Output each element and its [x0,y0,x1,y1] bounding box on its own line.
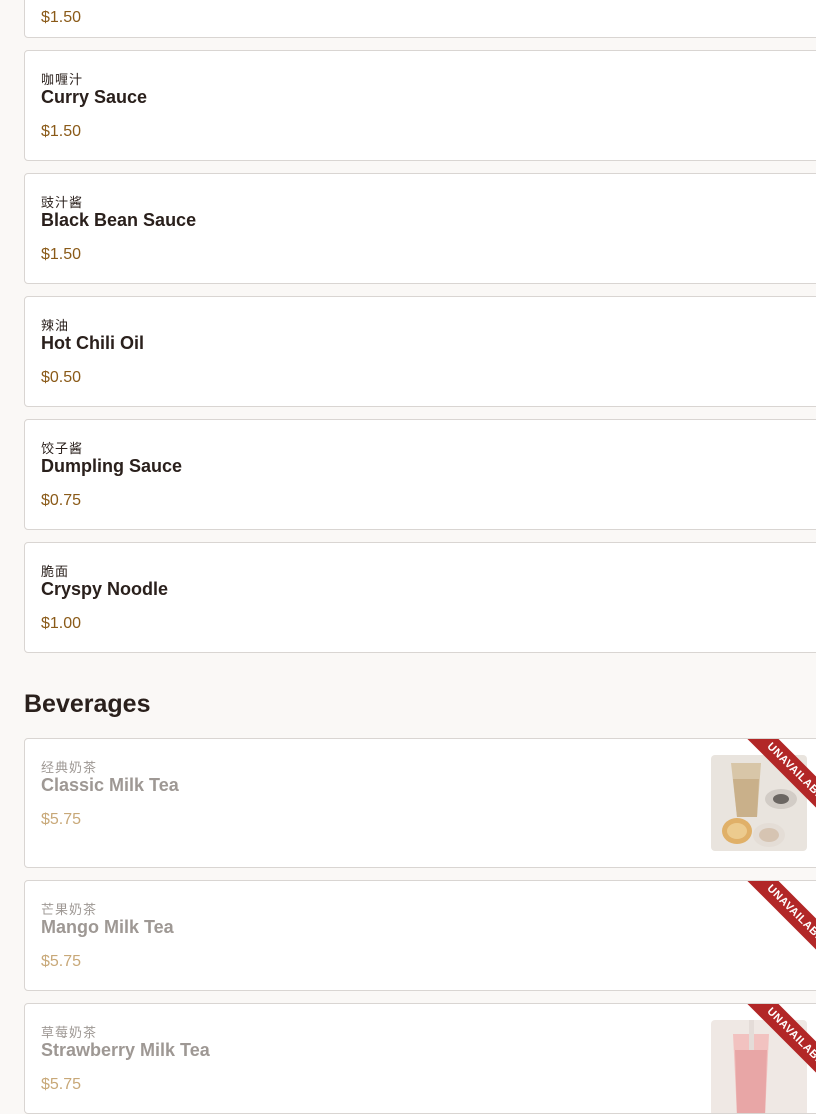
menu-item-card[interactable]: 辣油 Hot Chili Oil $0.50 [24,296,816,407]
item-price: $0.50 [41,369,82,386]
item-price: $5.75 [41,1076,82,1093]
menu-item-card[interactable]: 饺子酱 Dumpling Sauce $0.75 [24,419,816,530]
item-chinese-name: 芒果奶茶 [41,902,98,917]
item-chinese-name: 辣油 [41,318,70,333]
section-title-beverages: Beverages [24,690,151,718]
menu-item-card-unavailable[interactable]: 芒果奶茶 Mango Milk Tea $5.75 UNAVAILABLE [24,880,816,991]
item-name: Strawberry Milk Tea [41,1040,210,1060]
item-name: Black Bean Sauce [41,210,197,230]
item-price: $0.75 [41,492,82,509]
item-name: Curry Sauce [41,87,148,107]
menu-item-card[interactable]: 脆面 Cryspy Noodle $1.00 [24,542,816,653]
item-chinese-name: 咖喱汁 [41,72,84,87]
menu-item-card-unavailable[interactable]: 经典奶茶 Classic Milk Tea $5.75 UNAVAILABLE [24,738,816,868]
item-price: $5.75 [41,953,82,970]
item-chinese-name: 脆面 [41,564,70,579]
menu-item-card[interactable]: 豉汁酱 Black Bean Sauce $1.50 [24,173,816,284]
item-name: Mango Milk Tea [41,917,174,937]
menu-list: $1.50 咖喱汁 Curry Sauce $1.50 豉汁酱 Black Be… [0,0,816,1114]
item-price: $1.50 [41,246,82,263]
item-price: $5.75 [41,811,82,828]
item-price: $1.50 [41,9,82,26]
menu-item-card-unavailable[interactable]: 草莓奶茶 Strawberry Milk Tea $5.75 UNAVAILAB… [24,1003,816,1114]
item-name: Cryspy Noodle [41,579,169,599]
item-chinese-name: 经典奶茶 [41,760,98,775]
unavailable-badge: UNAVAILABLE [744,881,816,970]
item-chinese-name: 草莓奶茶 [41,1025,98,1040]
item-name: Classic Milk Tea [41,775,179,795]
menu-item-card[interactable]: $1.50 [24,0,816,38]
item-name: Dumpling Sauce [41,456,183,476]
item-price: $1.50 [41,123,82,140]
item-chinese-name: 饺子酱 [41,441,84,456]
item-price: $1.00 [41,615,82,632]
menu-item-card[interactable]: 咖喱汁 Curry Sauce $1.50 [24,50,816,161]
item-chinese-name: 豉汁酱 [41,195,84,210]
item-name: Hot Chili Oil [41,333,144,353]
